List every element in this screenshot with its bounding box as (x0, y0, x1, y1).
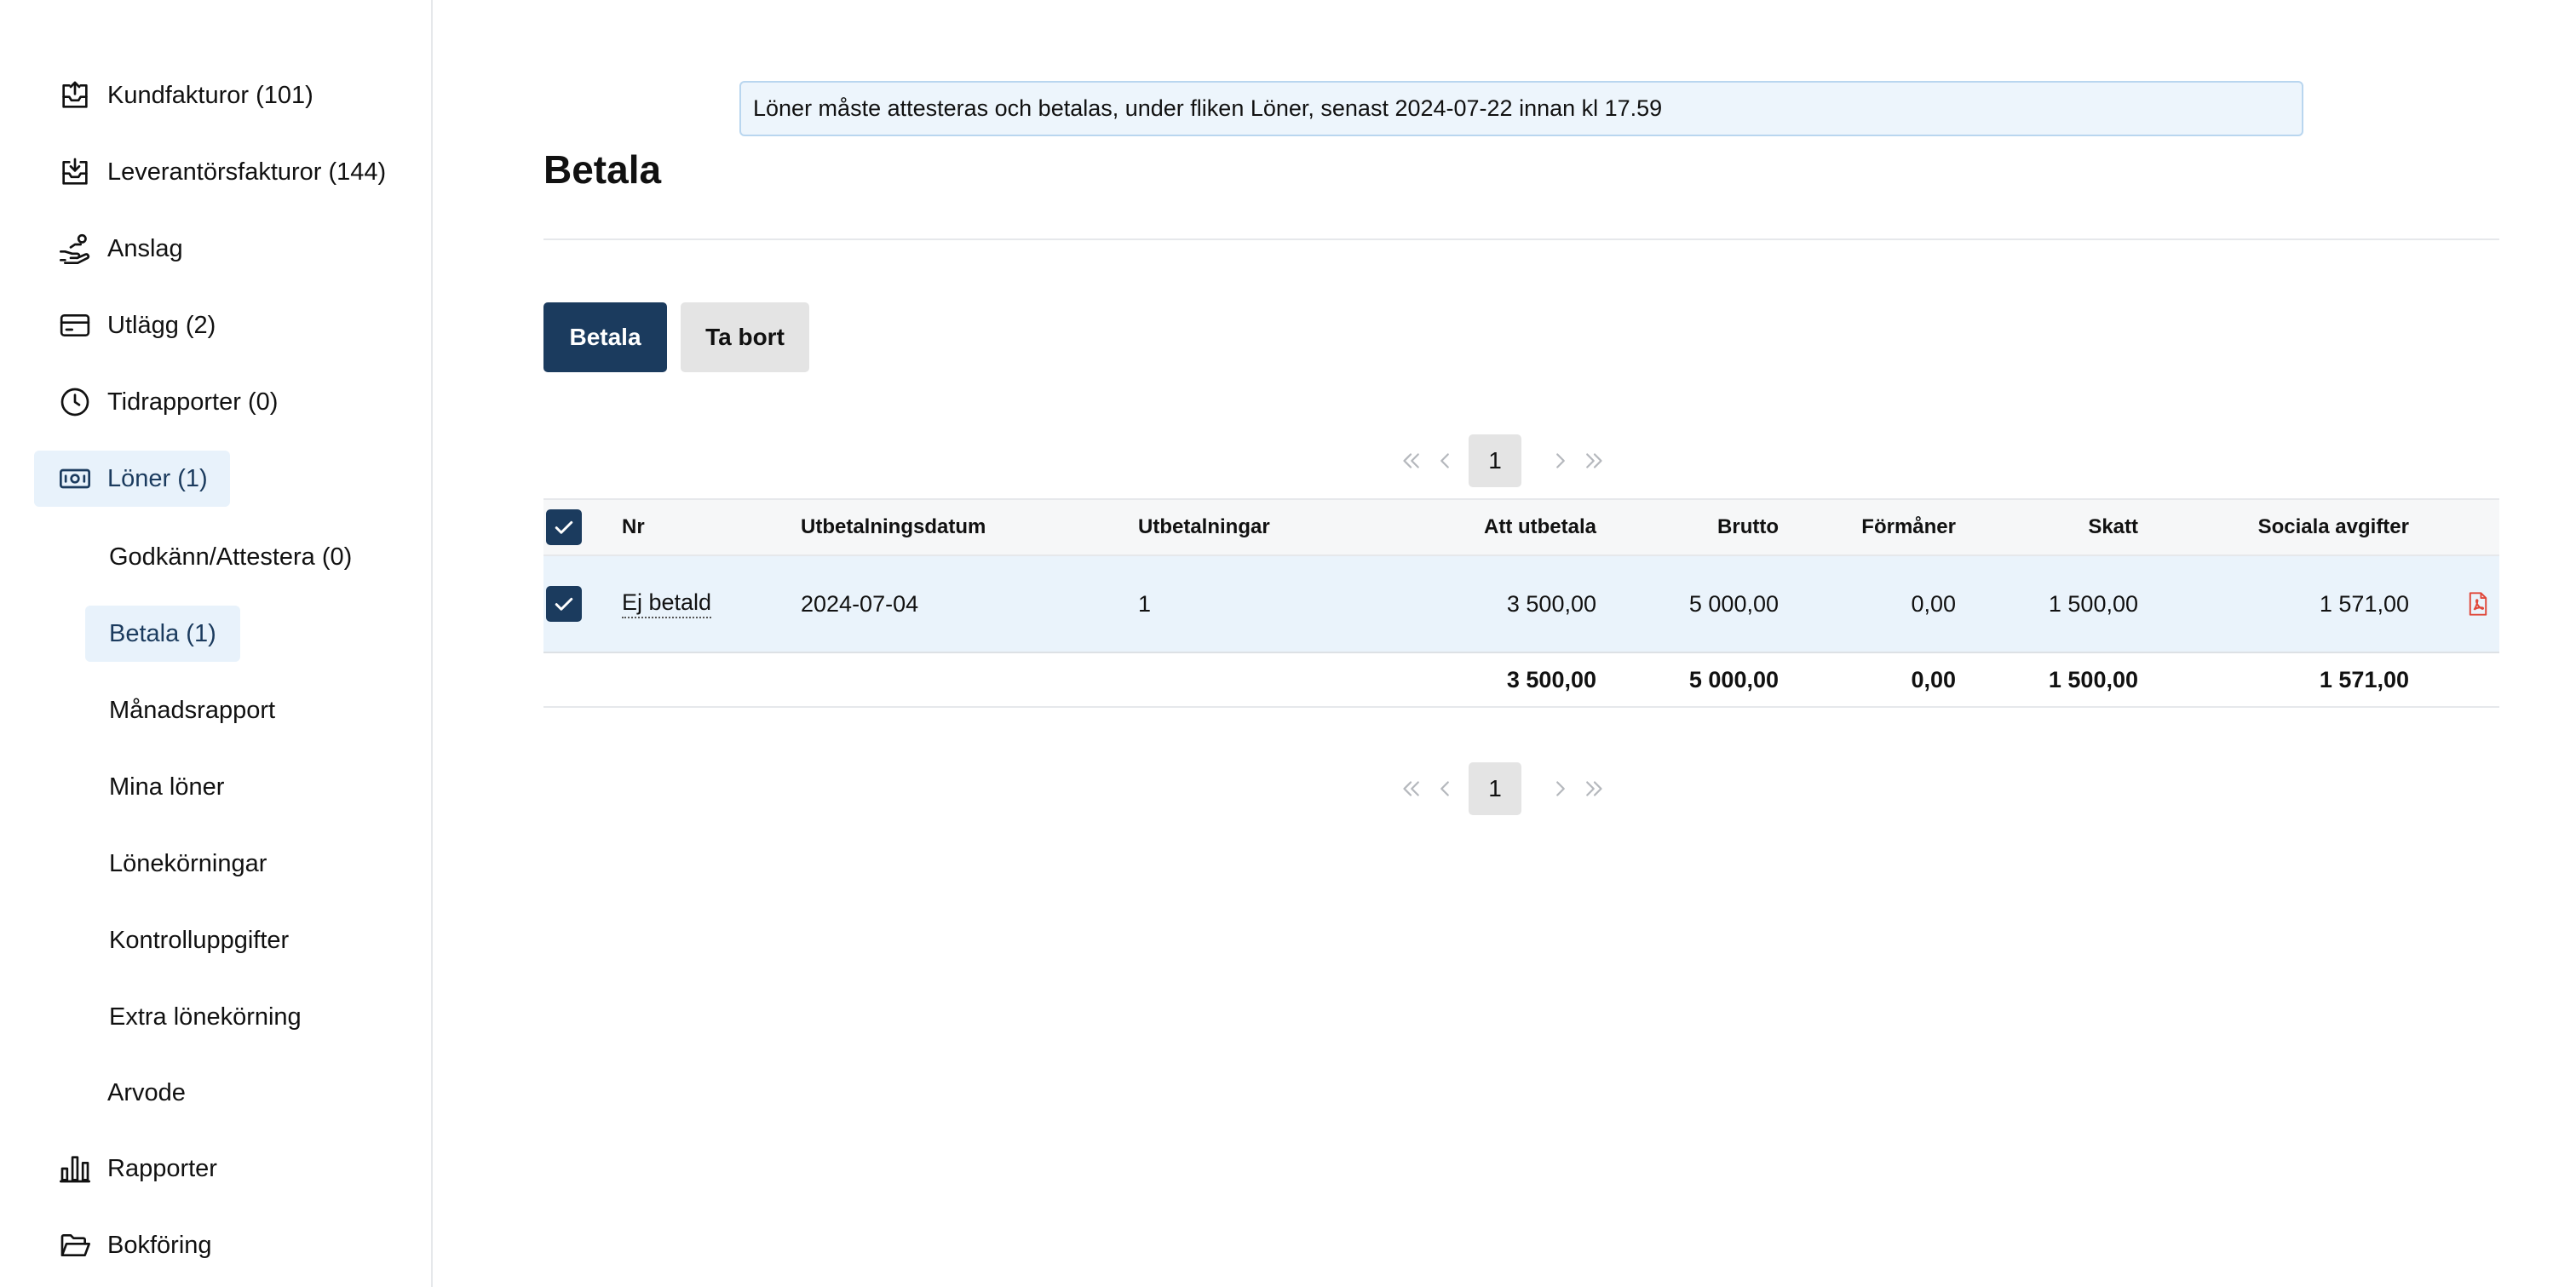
total-benefits: 0,00 (1911, 666, 1956, 692)
page-title: Betala (543, 147, 662, 192)
sidebar-subitem-label: Betala (1) (109, 619, 216, 647)
sidebar-subitem-betala[interactable]: Betala (1) (85, 606, 240, 662)
table-totals-row: 3 500,00 5 000,00 0,00 1 500,00 1 571,00 (543, 653, 2499, 708)
prev-page-icon[interactable] (1428, 444, 1462, 478)
sidebar-subitem-label: Godkänn/Attestera (0) (109, 543, 353, 571)
row-checkbox[interactable] (546, 586, 582, 622)
sidebar-subitem-label: Lönekörningar (109, 849, 267, 877)
select-all-cell (546, 500, 582, 554)
info-notice: Löner måste attesteras och betalas, unde… (739, 81, 2303, 136)
hand-coins-icon (58, 232, 92, 266)
sidebar-subitem-extra-lonekorning[interactable]: Extra lönekörning (85, 989, 325, 1045)
status-link[interactable]: Ej betald (622, 589, 712, 618)
sidebar-item-label: Utlägg (2) (107, 311, 216, 339)
sidebar-subitem-label: Månadsrapport (109, 696, 276, 724)
header-date[interactable]: Utbetalningsdatum (801, 500, 986, 554)
sidebar-subitem-mina-loner[interactable]: Mina löner (85, 759, 248, 815)
sidebar-item-leverantorsfakturor[interactable]: Leverantörsfakturor (144) (34, 144, 408, 200)
cell-date: 2024-07-04 (801, 590, 919, 617)
header-gross[interactable]: Brutto (1717, 500, 1779, 554)
header-social[interactable]: Sociala avgifter (2258, 500, 2409, 554)
cell-nr: Ej betald (622, 556, 712, 652)
cell-tax: 1 500,00 (2048, 590, 2138, 617)
sidebar-item-label: Arvode (107, 1078, 186, 1106)
pay-button[interactable]: Betala (543, 302, 667, 372)
table-header: Nr Utbetalningsdatum Utbetalningar Att u… (543, 498, 2499, 556)
sidebar-subitem-label: Kontrolluppgifter (109, 926, 290, 954)
sidebar-item-label: Bokföring (107, 1231, 212, 1259)
page-number-button[interactable]: 1 (1469, 434, 1521, 487)
first-page-icon[interactable] (1394, 772, 1428, 806)
sidebar-item-kundfakturor[interactable]: Kundfakturor (101) (34, 67, 336, 124)
next-page-icon[interactable] (1544, 772, 1578, 806)
total-social: 1 571,00 (2319, 666, 2409, 692)
pagination-bottom: 1 (1394, 762, 1612, 815)
payroll-table: Nr Utbetalningsdatum Utbetalningar Att u… (543, 498, 2499, 708)
header-nr[interactable]: Nr (622, 500, 645, 554)
cell-benefits: 0,00 (1911, 590, 1956, 617)
sidebar-item-rapporter[interactable]: Rapporter (34, 1140, 239, 1197)
cell-net: 3 500,00 (1506, 590, 1596, 617)
header-benefits[interactable]: Förmåner (1861, 500, 1956, 554)
total-net: 3 500,00 (1506, 666, 1596, 692)
sidebar-subitem-godkann[interactable]: Godkänn/Attestera (0) (85, 529, 376, 585)
table-row[interactable]: Ej betald 2024-07-04 1 3 500,00 5 000,00 0,00… (543, 556, 2499, 653)
folder-open-icon (58, 1228, 92, 1262)
clock-icon (58, 385, 92, 419)
sidebar-item-bokforing[interactable]: Bokföring (34, 1217, 234, 1273)
divider (543, 238, 2499, 240)
sidebar-item-anslag[interactable]: Anslag (34, 221, 205, 277)
sidebar-item-label: Tidrapporter (0) (107, 388, 279, 416)
inbox-upload-icon (58, 78, 92, 112)
notice-text: Löner måste attesteras och betalas, unde… (753, 95, 1663, 121)
sidebar-item-label: Kundfakturor (101) (107, 81, 313, 109)
sidebar-item-label: Löner (1) (107, 464, 208, 492)
pagination-top: 1 (1394, 434, 1612, 487)
select-all-checkbox[interactable] (546, 509, 582, 545)
sidebar-item-label: Rapporter (107, 1154, 217, 1182)
checkmark-icon (555, 520, 573, 534)
row-select-cell (546, 556, 582, 652)
sidebar-item-utlagg[interactable]: Utlägg (2) (34, 297, 238, 353)
prev-page-icon[interactable] (1428, 772, 1462, 806)
bar-chart-icon (58, 1152, 92, 1186)
cell-social: 1 571,00 (2319, 590, 2409, 617)
page-number-button[interactable]: 1 (1469, 762, 1521, 815)
sidebar-subitem-label: Mina löner (109, 773, 225, 801)
total-gross: 5 000,00 (1688, 666, 1779, 692)
sidebar-subitem-lonekorningar[interactable]: Lönekörningar (85, 836, 290, 892)
delete-button[interactable]: Ta bort (681, 302, 809, 372)
sidebar-subitem-manadsrapport[interactable]: Månadsrapport (85, 682, 299, 738)
checkmark-icon (555, 597, 573, 611)
sidebar-subitem-label: Extra lönekörning (109, 1003, 302, 1031)
credit-card-icon (58, 308, 92, 342)
sidebar-item-label: Anslag (107, 234, 183, 262)
header-tax[interactable]: Skatt (2088, 500, 2138, 554)
last-page-icon[interactable] (1578, 772, 1612, 806)
first-page-icon[interactable] (1394, 444, 1428, 478)
sidebar-subitem-kontrolluppgifter[interactable]: Kontrolluppgifter (85, 912, 313, 968)
header-net[interactable]: Att utbetala (1484, 500, 1596, 554)
banknote-icon (58, 462, 92, 496)
total-tax: 1 500,00 (2048, 666, 2138, 692)
header-payments[interactable]: Utbetalningar (1138, 500, 1270, 554)
sidebar-item-tidrapporter[interactable]: Tidrapporter (0) (34, 374, 300, 430)
pdf-icon[interactable] (2466, 556, 2490, 652)
cell-gross: 5 000,00 (1688, 590, 1779, 617)
sidebar-item-loner[interactable]: Löner (1) (34, 451, 230, 507)
sidebar-item-arvode[interactable]: Arvode (34, 1065, 208, 1121)
sidebar: Kundfakturor (101) Leverantörsfakturor (… (0, 0, 433, 1287)
next-page-icon[interactable] (1544, 444, 1578, 478)
inbox-download-icon (58, 155, 92, 189)
sidebar-item-label: Leverantörsfakturor (144) (107, 158, 387, 186)
cell-payments: 1 (1138, 590, 1152, 617)
last-page-icon[interactable] (1578, 444, 1612, 478)
